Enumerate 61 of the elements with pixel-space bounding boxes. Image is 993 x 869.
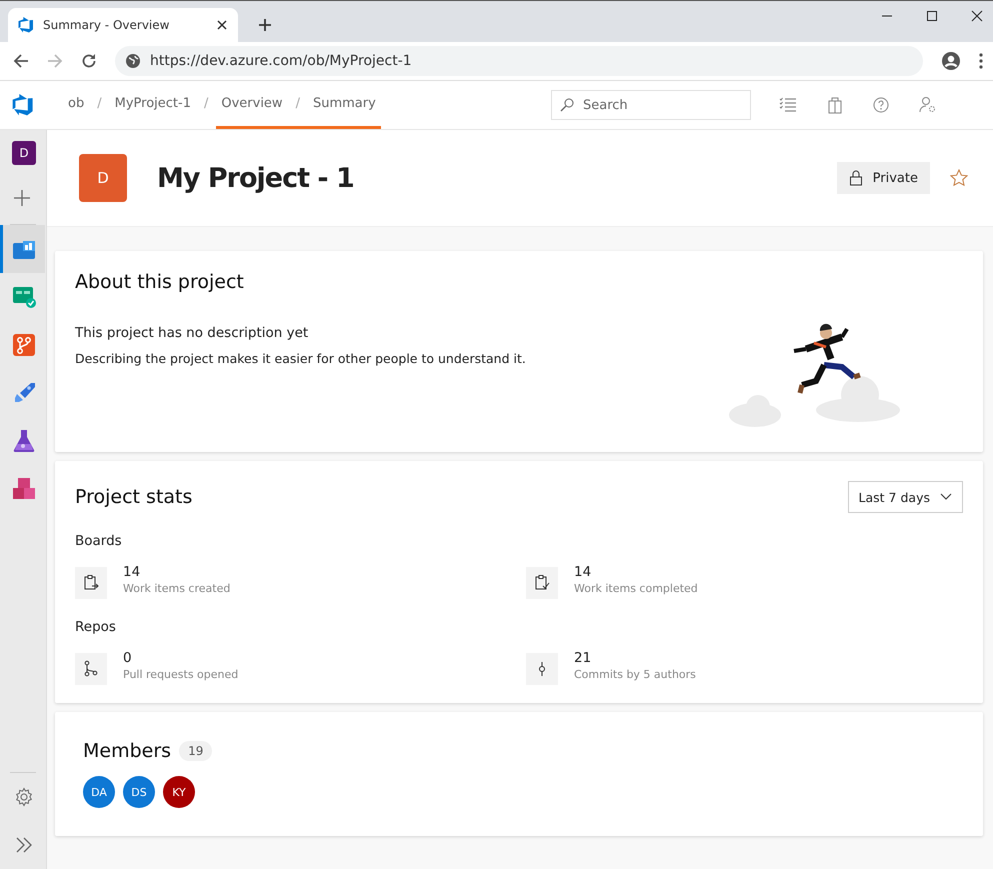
stat-label: Work items created	[123, 582, 230, 595]
search-field[interactable]: Search	[551, 90, 751, 120]
breadcrumb-separator: /	[96, 95, 103, 113]
stat-label: Pull requests opened	[123, 668, 238, 681]
branch-icon	[12, 333, 36, 357]
clipboard-check-icon	[533, 574, 551, 592]
lock-icon	[848, 170, 863, 186]
new-tab-icon[interactable]	[258, 18, 272, 32]
azure-devops-logo-icon[interactable]	[12, 94, 34, 116]
project-title: My Project - 1	[157, 162, 354, 194]
private-button[interactable]: Private	[836, 162, 930, 194]
shopping-bag-icon[interactable]	[827, 96, 843, 114]
stat-value: 0	[123, 650, 133, 666]
stat-value: 14	[574, 564, 592, 580]
card-title: About this project	[75, 271, 245, 293]
maximize-icon[interactable]	[926, 10, 938, 22]
stat-label: Commits by 5 authors	[574, 668, 696, 681]
search-icon	[560, 98, 574, 112]
pull-request-icon	[82, 660, 100, 678]
stat-value: 21	[574, 650, 592, 666]
description-heading: This project has no description yet	[75, 325, 310, 341]
member-avatar[interactable]: DA	[83, 776, 115, 808]
settings-icon[interactable]	[14, 787, 34, 807]
organization-avatar[interactable]: D	[12, 141, 36, 165]
member-avatar[interactable]: DS	[123, 776, 155, 808]
user-settings-icon[interactable]	[919, 96, 937, 114]
stat-label: Work items completed	[574, 582, 698, 595]
section-title: Repos	[75, 619, 117, 635]
close-icon[interactable]	[216, 19, 228, 31]
azure-devops-logo-icon	[18, 17, 34, 33]
member-avatar[interactable]: KY	[163, 776, 195, 808]
back-icon[interactable]	[13, 53, 29, 69]
more-icon[interactable]	[979, 53, 983, 69]
chevron-down-icon	[940, 493, 952, 501]
flask-icon	[12, 429, 36, 453]
breadcrumb-link[interactable]: MyProject-1	[110, 81, 196, 129]
breadcrumb-link[interactable]: ob	[58, 81, 90, 129]
breadcrumb-separator: /	[202, 95, 210, 113]
chevrons-icon[interactable]	[14, 835, 34, 855]
stat-value: 14	[123, 564, 142, 580]
member-count-badge: 19	[179, 741, 212, 761]
globe-icon	[125, 53, 141, 69]
close-icon[interactable]	[971, 10, 983, 22]
section-title: Boards	[75, 533, 123, 549]
tab-title: Summary - Overview	[43, 18, 170, 32]
description-text: Describing the project makes it easier for other people to understand it.	[75, 351, 526, 366]
boxes-icon	[12, 477, 36, 501]
sidebar-item[interactable]	[0, 225, 45, 273]
project-avatar: D	[79, 154, 127, 202]
card-title: Members	[83, 740, 172, 762]
address-field[interactable]: https://dev.azure.com/ob/MyProject-1	[115, 46, 923, 76]
card-title: Project stats	[75, 486, 192, 508]
favorite-star-icon[interactable]	[950, 169, 968, 187]
browser-tab[interactable]: Summary - Overview	[8, 8, 238, 42]
task-list-icon[interactable]	[779, 97, 797, 113]
board-icon	[12, 285, 36, 309]
account-icon[interactable]	[941, 51, 961, 71]
clipboard-arrow-icon	[82, 574, 100, 592]
period-dropdown[interactable]: Last 7 days	[848, 481, 963, 513]
reload-icon[interactable]	[81, 53, 97, 69]
help-icon[interactable]	[873, 97, 889, 113]
